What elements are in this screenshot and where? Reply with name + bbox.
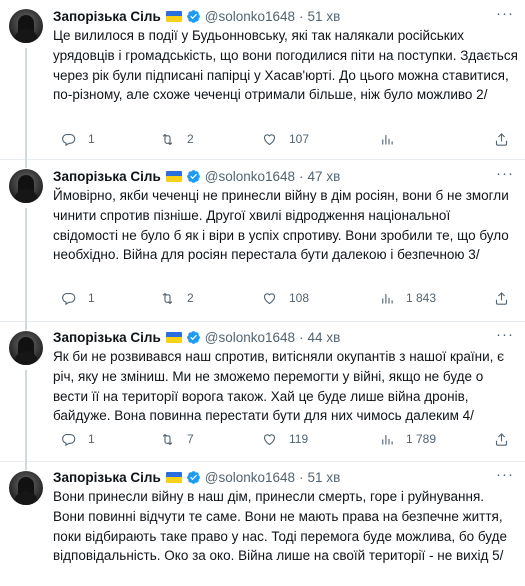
views-icon — [382, 434, 393, 444]
separator-dot: · — [299, 168, 304, 184]
tweet-text: Це вилилося в події у Будьонновську, які… — [53, 28, 518, 103]
views-count: 1 843 — [406, 291, 437, 305]
separator-dot: · — [299, 469, 304, 485]
tweet-header: Запорізька Сіль @solonko1648 · 44 хв — [53, 327, 340, 347]
avatar[interactable] — [9, 169, 43, 203]
reply-count: 1 — [88, 432, 95, 446]
views-icon — [382, 134, 393, 144]
tweet[interactable]: Запорізька Сіль @solonko1648 · 47 хв ···… — [0, 160, 525, 322]
like-button[interactable]: 119 — [262, 428, 308, 450]
more-options-icon[interactable]: ··· — [495, 6, 515, 26]
tweet-text: Як би не розвивався наш спротив, витісня… — [53, 349, 505, 424]
retweet-icon — [162, 133, 173, 145]
author-name[interactable]: Запорізька Сіль — [53, 330, 161, 345]
thread-line — [25, 370, 27, 462]
share-icon — [495, 132, 508, 146]
views-count: 1 789 — [406, 432, 437, 446]
share-button[interactable] — [494, 287, 521, 309]
tweet-header: Запорізька Сіль @solonko1648 · 51 хв — [53, 467, 340, 487]
like-count: 108 — [289, 291, 310, 305]
like-count: 107 — [289, 132, 310, 146]
verified-badge-icon — [186, 169, 200, 183]
avatar[interactable] — [9, 471, 43, 505]
ukraine-flag-icon — [165, 170, 182, 182]
separator-dot: · — [299, 329, 304, 345]
author-name[interactable]: Запорізька Сіль — [53, 169, 161, 184]
reply-count: 1 — [88, 291, 95, 305]
retweet-button[interactable]: 2 — [160, 128, 194, 150]
author-handle[interactable]: @solonko1648 — [205, 169, 295, 184]
timestamp[interactable]: 51 хв — [308, 9, 341, 24]
retweet-icon — [162, 292, 173, 304]
like-button[interactable]: 107 — [262, 128, 309, 150]
views-button[interactable]: 1 789 — [379, 428, 436, 450]
thread-line — [25, 462, 27, 470]
thread-line — [25, 322, 27, 330]
reply-icon — [62, 133, 76, 146]
more-options-icon[interactable]: ··· — [495, 467, 515, 487]
reply-button[interactable]: 1 — [61, 428, 95, 450]
reply-button[interactable]: 1 — [61, 287, 95, 309]
verified-badge-icon — [186, 9, 200, 23]
separator-dot: · — [299, 8, 304, 24]
author-name[interactable]: Запорізька Сіль — [53, 470, 161, 485]
ukraine-flag-icon — [165, 331, 182, 343]
tweet-text: Ймовірно, якби чеченці не принесли війну… — [53, 188, 509, 263]
tweet-thread: Запорізька Сіль @solonko1648 · 51 хв ···… — [0, 0, 525, 586]
tweet[interactable]: Запорізька Сіль @solonko1648 · 51 хв ···… — [0, 462, 525, 586]
retweet-button[interactable]: 2 — [160, 287, 194, 309]
thread-line — [25, 48, 27, 160]
author-handle[interactable]: @solonko1648 — [205, 470, 295, 485]
retweet-count: 7 — [187, 432, 194, 446]
tweet-actions: 1 2 108 1 843 — [53, 287, 518, 309]
share-button[interactable] — [494, 128, 521, 150]
reply-button[interactable]: 1 — [61, 128, 95, 150]
avatar[interactable] — [9, 331, 43, 365]
like-button[interactable]: 108 — [262, 287, 309, 309]
retweet-count: 2 — [187, 291, 194, 305]
tweet-text: Вони принесли війну в наш дім, принесли … — [53, 489, 507, 564]
retweet-icon — [162, 433, 173, 445]
tweet-actions: 1 7 119 1 789 — [53, 428, 518, 450]
thread-line — [25, 208, 27, 322]
share-icon — [495, 291, 508, 305]
ukraine-flag-icon — [165, 10, 182, 22]
timestamp[interactable]: 47 хв — [308, 169, 341, 184]
thread-line — [25, 160, 27, 168]
author-name[interactable]: Запорізька Сіль — [53, 9, 161, 24]
reply-icon — [62, 292, 76, 305]
views-icon — [382, 293, 393, 303]
share-button[interactable] — [494, 428, 521, 450]
verified-badge-icon — [186, 330, 200, 344]
timestamp[interactable]: 44 хв — [308, 330, 341, 345]
retweet-count: 2 — [187, 132, 194, 146]
heart-icon — [263, 433, 276, 445]
tweet[interactable]: Запорізька Сіль @solonko1648 · 44 хв ···… — [0, 322, 525, 462]
share-icon — [495, 432, 508, 446]
tweet-header: Запорізька Сіль @solonko1648 · 47 хв — [53, 166, 340, 186]
ukraine-flag-icon — [165, 471, 182, 483]
heart-icon — [263, 133, 276, 145]
author-handle[interactable]: @solonko1648 — [205, 330, 295, 345]
tweet[interactable]: Запорізька Сіль @solonko1648 · 51 хв ···… — [0, 0, 525, 160]
timestamp[interactable]: 51 хв — [308, 470, 341, 485]
more-options-icon[interactable]: ··· — [495, 166, 515, 186]
author-handle[interactable]: @solonko1648 — [205, 9, 295, 24]
verified-badge-icon — [186, 470, 200, 484]
reply-count: 1 — [88, 132, 95, 146]
views-button[interactable]: 1 843 — [379, 287, 436, 309]
retweet-button[interactable]: 7 — [160, 428, 194, 450]
like-count: 119 — [289, 432, 309, 446]
reply-icon — [62, 433, 76, 446]
tweet-actions: 1 2 107 — [53, 128, 518, 150]
avatar[interactable] — [9, 9, 43, 43]
more-options-icon[interactable]: ··· — [495, 327, 515, 347]
views-button[interactable] — [379, 128, 406, 150]
heart-icon — [263, 292, 276, 304]
tweet-header: Запорізька Сіль @solonko1648 · 51 хв — [53, 6, 340, 26]
